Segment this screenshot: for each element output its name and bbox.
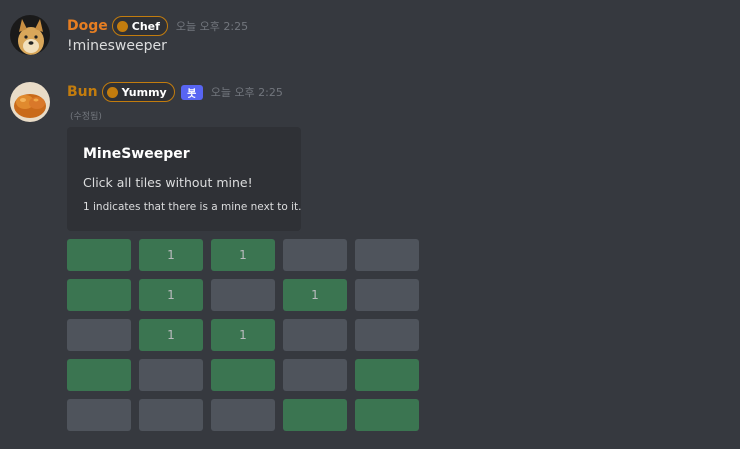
minesweeper-tile[interactable] [67, 319, 131, 351]
minesweeper-tile[interactable]: 1 [139, 239, 203, 271]
role-color-icon [106, 86, 118, 98]
embed-description: Click all tiles without mine! [83, 175, 253, 190]
minesweeper-tile[interactable] [283, 359, 347, 391]
embed-title: MineSweeper [83, 146, 190, 162]
minesweeper-grid: 111111 [67, 239, 419, 431]
role-label: Chef [131, 19, 160, 33]
minesweeper-embed: MineSweeper Click all tiles without mine… [67, 127, 302, 231]
bun-avatar[interactable] [10, 82, 50, 122]
timestamp[interactable]: 오늘 오후 2:25 [211, 84, 283, 100]
minesweeper-tile[interactable] [67, 399, 131, 431]
username[interactable]: Doge [67, 18, 108, 34]
minesweeper-tile[interactable] [355, 319, 419, 351]
minesweeper-tile[interactable]: 1 [211, 319, 275, 351]
minesweeper-tile[interactable] [355, 399, 419, 431]
username[interactable]: Bun [67, 84, 98, 100]
message-doge: Doge Chef 오늘 오후 2:25 !minesweeper [0, 0, 740, 70]
minesweeper-tile[interactable] [355, 279, 419, 311]
role-color-icon [116, 20, 128, 32]
minesweeper-tile[interactable] [67, 239, 131, 271]
minesweeper-tile[interactable] [67, 359, 131, 391]
role-badge[interactable]: Chef [111, 16, 168, 36]
minesweeper-tile[interactable]: 1 [139, 279, 203, 311]
timestamp[interactable]: 오늘 오후 2:25 [176, 18, 248, 34]
minesweeper-tile[interactable] [355, 359, 419, 391]
message-content: !minesweeper [67, 38, 167, 54]
doge-avatar[interactable] [10, 15, 50, 55]
minesweeper-tile[interactable] [139, 359, 203, 391]
minesweeper-tile[interactable] [283, 239, 347, 271]
minesweeper-tile[interactable] [355, 239, 419, 271]
minesweeper-tile[interactable] [283, 399, 347, 431]
minesweeper-tile[interactable] [283, 319, 347, 351]
minesweeper-tile[interactable] [211, 359, 275, 391]
minesweeper-tile[interactable] [67, 279, 131, 311]
role-badge[interactable]: Yummy [101, 82, 175, 102]
edited-label: (수정됨) [70, 112, 102, 122]
minesweeper-tile[interactable] [211, 279, 275, 311]
minesweeper-tile[interactable] [139, 399, 203, 431]
bot-tag: 봇 [180, 84, 203, 100]
minesweeper-tile[interactable]: 1 [211, 239, 275, 271]
embed-note: 1 indicates that there is a mine next to… [83, 201, 302, 213]
minesweeper-tile[interactable] [211, 399, 275, 431]
minesweeper-tile[interactable]: 1 [283, 279, 347, 311]
minesweeper-tile[interactable]: 1 [139, 319, 203, 351]
role-label: Yummy [121, 85, 167, 99]
